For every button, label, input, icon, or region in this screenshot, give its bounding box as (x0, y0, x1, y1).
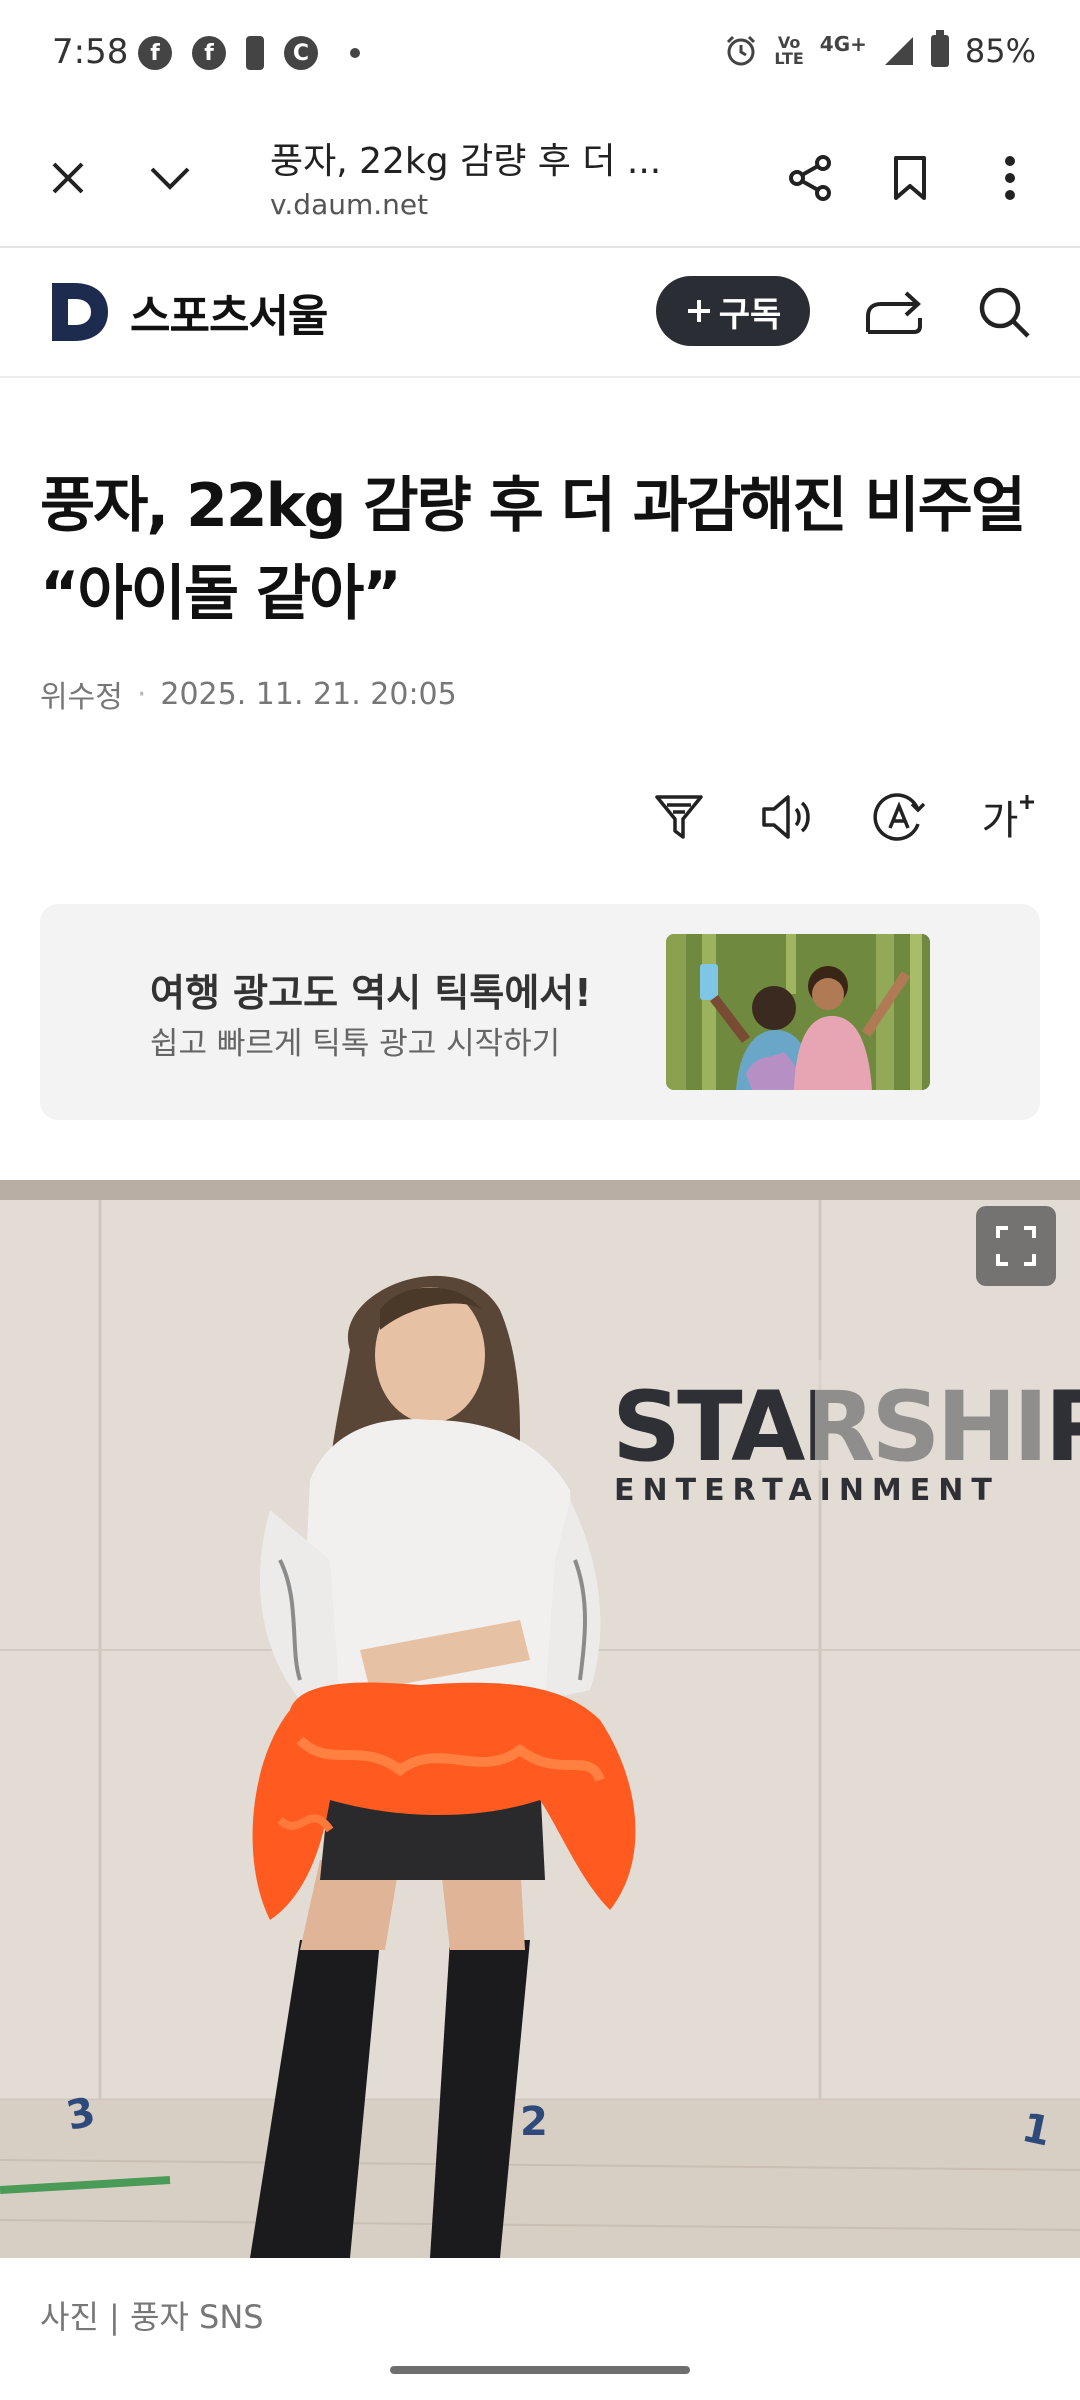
battery-icon (930, 30, 949, 67)
article-photo[interactable]: 3 2 1 STARSHIP ENTERTAINMENT (0, 1180, 1080, 2258)
status-right: Vo LTE 4G+ 85% (724, 30, 1036, 70)
translate-icon (873, 793, 926, 841)
facebook-icon: f (138, 36, 172, 70)
site-header: 스포츠서울 구독 (0, 248, 1080, 378)
signal-icon (884, 37, 913, 65)
plus-small-icon (1020, 795, 1035, 809)
tiktok-ad-banner[interactable]: 여행 광고도 역시 틱톡에서! 쉽고 빠르게 틱톡 광고 시작하기 (40, 904, 1040, 1120)
share-icon (789, 155, 831, 201)
byline-separator: · (136, 676, 147, 712)
browser-url[interactable]: v.daum.net (270, 188, 428, 221)
plus-icon (687, 300, 710, 322)
nba-icon (246, 36, 264, 70)
fullscreen-button[interactable] (976, 1206, 1056, 1286)
ad-subtitle: 쉽고 빠르게 틱톡 광고 시작하기 (150, 1026, 561, 1062)
starship-sign-sub: ENTERTAINMENT (614, 1473, 1000, 1508)
browser-toolbar: 풍자, 22kg 감량 후 더 ... v.daum.net (0, 110, 1080, 248)
close-button[interactable] (32, 142, 104, 214)
bookmark-icon (894, 156, 926, 200)
article-date: 2025. 11. 21. 20:05 (160, 676, 457, 712)
article-tools: 가 (644, 782, 1044, 852)
battery-percent: 85% (964, 32, 1036, 70)
notification-icons: f f C (138, 36, 360, 70)
more-notifications-dot-icon (350, 48, 360, 58)
minimize-button[interactable] (134, 142, 206, 214)
floor-mark-2: 2 (520, 2099, 548, 2145)
subscribe-label: 구독 (718, 294, 782, 335)
volte-icon: Vo LTE (774, 33, 804, 68)
site-logo[interactable]: 스포츠서울 (50, 280, 328, 344)
daum-logo-icon (52, 283, 108, 341)
more-options-button[interactable] (974, 142, 1046, 214)
translate-button[interactable] (864, 782, 934, 852)
browser-page-title: 풍자, 22kg 감량 후 더 ... (270, 141, 662, 182)
author-name[interactable]: 위수정 (40, 672, 123, 716)
share-arrow-icon (866, 291, 922, 334)
more-vertical-icon (1005, 156, 1015, 200)
status-time: 7:58 (52, 32, 129, 72)
facebook-icon: f (192, 36, 226, 70)
gesture-nav-bar[interactable] (390, 2366, 690, 2374)
ad-image (666, 934, 930, 1090)
search-icon (979, 287, 1030, 338)
status-bar: 7:58 f f C Vo LTE 4G+ 85% (0, 0, 1080, 110)
photo-caption: 사진 | 풍자 SNS (40, 2298, 264, 2336)
search-button[interactable] (968, 276, 1040, 348)
c-app-icon: C (284, 36, 318, 70)
close-icon (52, 162, 84, 194)
read-aloud-button[interactable] (754, 782, 824, 852)
site-name: 스포츠서울 (130, 291, 328, 342)
subscribe-button[interactable]: 구독 (656, 276, 810, 346)
network-type: 4G+ (819, 32, 867, 56)
font-size-icon: 가 (981, 798, 1019, 844)
font-size-button[interactable]: 가 (974, 782, 1044, 852)
chevron-down-icon (150, 167, 190, 190)
ad-title: 여행 광고도 역시 틱톡에서! (150, 971, 592, 1015)
filter-summary-icon (655, 795, 703, 839)
article-headline: 풍자, 22kg 감량 후 더 과감해진 비주얼 “아이돌 같아” (40, 471, 1026, 629)
share-button[interactable] (774, 142, 846, 214)
article-byline: 위수정 · 2025. 11. 21. 20:05 (40, 672, 457, 716)
expand-icon (996, 1226, 1036, 1266)
share-article-button[interactable] (858, 276, 930, 348)
summary-button[interactable] (644, 782, 714, 852)
bookmark-button[interactable] (874, 142, 946, 214)
alarm-icon (727, 35, 756, 66)
speaker-icon (762, 795, 810, 839)
